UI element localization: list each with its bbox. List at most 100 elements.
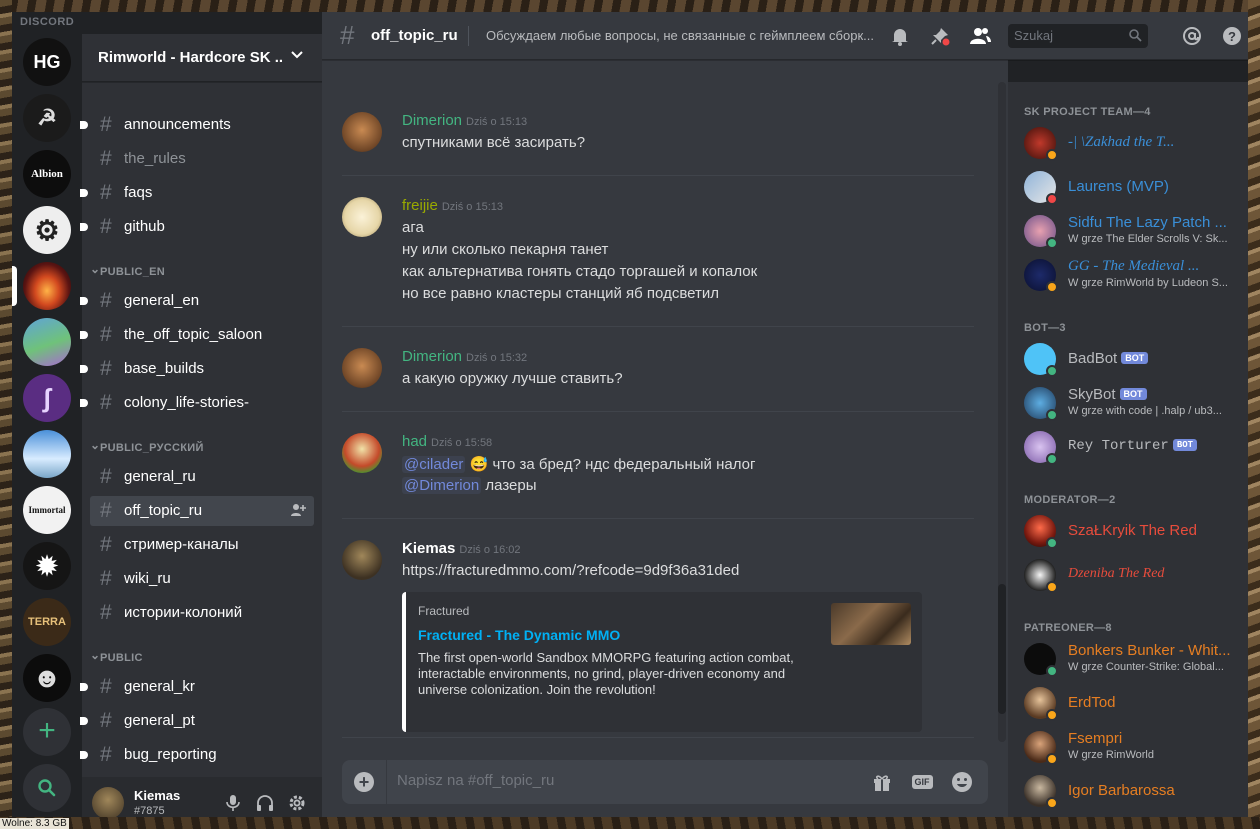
deafen-button[interactable]	[254, 792, 276, 814]
member-name: BadBot BOT	[1068, 350, 1230, 367]
user-settings-button[interactable]	[286, 792, 308, 814]
user-mention[interactable]: @cilader	[402, 456, 466, 473]
member-item[interactable]: GG - The Medieval ... W grze RimWorld by…	[1016, 254, 1240, 296]
message-text: как альтернатива гонять стадо торгашей и…	[402, 263, 758, 280]
server-icon-purple-flame[interactable]: ʃ	[23, 374, 71, 422]
message-input[interactable]	[397, 772, 837, 789]
user-mention[interactable]: @Dimerion	[402, 477, 482, 494]
search-input[interactable]	[1014, 28, 1124, 43]
channel-faqs[interactable]: # faqs	[80, 178, 314, 208]
member-name: Sidfu The Lazy Patch ...	[1068, 214, 1227, 231]
category-public-ru[interactable]: PUBLIC_РУССКИЙ	[90, 438, 204, 454]
member-item[interactable]: Bonkers Bunker - Whit... W grze Counter-…	[1016, 638, 1240, 680]
member-item[interactable]: -| \Zakhad the T...	[1016, 122, 1240, 164]
server-icon-immortal[interactable]: Immortal	[23, 486, 71, 534]
channel-the-rules[interactable]: # the_rules	[90, 144, 314, 174]
add-server-button[interactable]: +	[23, 708, 71, 756]
message-author[interactable]: freijie Dziś o 15:13	[402, 197, 503, 214]
category-public-en[interactable]: PUBLIC_EN	[90, 262, 165, 278]
pin-icon	[931, 28, 950, 46]
notification-settings-button[interactable]	[888, 24, 912, 48]
header-divider	[468, 26, 469, 46]
mentions-button[interactable]	[1180, 24, 1204, 48]
hash-icon: #	[100, 323, 112, 346]
member-item[interactable]: SkyBot BOT W grze with code | .halp / ub3…	[1016, 382, 1240, 424]
member-item[interactable]: Igor Barbarossa	[1016, 770, 1240, 812]
gift-button[interactable]	[870, 770, 894, 794]
mute-button[interactable]	[222, 792, 244, 814]
add-member-icon[interactable]	[290, 502, 306, 518]
channel-general-pt[interactable]: # general_pt	[80, 706, 314, 736]
member-item[interactable]: ErdTod	[1016, 682, 1240, 724]
embed-title[interactable]: Fractured - The Dynamic MMO	[418, 627, 620, 643]
embed-thumbnail[interactable]	[831, 603, 911, 645]
member-item[interactable]: BadBot BOT	[1016, 338, 1240, 380]
search-box[interactable]	[1008, 24, 1148, 48]
server-icon-star[interactable]: ✹	[23, 542, 71, 590]
message-author[interactable]: Dimerion Dziś o 15:32	[402, 348, 527, 365]
member-item[interactable]: Sidfu The Lazy Patch ... W grze The Elde…	[1016, 210, 1240, 252]
server-icon-hg[interactable]: HG	[23, 38, 71, 86]
user-name: Kiemas	[134, 788, 181, 803]
server-icon-rimworld[interactable]	[23, 262, 71, 310]
channel-off-topic-ru[interactable]: # off_topic_ru	[90, 496, 314, 526]
member-activity: W grze Counter-Strike: Global...	[1068, 661, 1224, 673]
channel-colony-life-stories[interactable]: # colony_life-stories-	[80, 388, 314, 418]
member-list-toggle[interactable]	[968, 24, 992, 48]
channel-topic[interactable]: Обсуждаем любые вопросы, не связанные с …	[486, 28, 878, 43]
search-icon	[38, 779, 56, 797]
avatar[interactable]	[342, 197, 382, 237]
server-icon-grin[interactable]: ☻	[23, 654, 71, 702]
user-tag: #7875	[134, 805, 165, 817]
channel-general-ru[interactable]: # general_ru	[90, 462, 314, 492]
member-item[interactable]: Dzeniba The Red	[1016, 554, 1240, 596]
server-icon-landscape[interactable]	[23, 318, 71, 366]
server-icon-gear[interactable]: ⚙	[23, 206, 71, 254]
avatar[interactable]	[342, 540, 382, 580]
channel-announcements[interactable]: # announcements	[80, 110, 314, 140]
gif-button[interactable]: GIF	[910, 770, 934, 794]
channel-streamer-channels[interactable]: # стример-каналы	[90, 530, 314, 560]
channel-base-builds[interactable]: # base_builds	[80, 354, 314, 384]
channel-general-kr[interactable]: # general_kr	[80, 672, 314, 702]
avatar[interactable]	[342, 433, 382, 473]
avatar[interactable]	[342, 348, 382, 388]
chat-scrollbar-thumb[interactable]	[998, 584, 1006, 714]
bell-icon	[892, 29, 908, 46]
message-author[interactable]: Kiemas Dziś o 16:02	[402, 540, 521, 557]
avatar[interactable]	[92, 787, 124, 817]
emoji-picker-button[interactable]	[950, 770, 974, 794]
explore-servers-button[interactable]	[23, 764, 71, 812]
member-item[interactable]: SzaŁKryik The Red	[1016, 510, 1240, 552]
avatar[interactable]	[342, 112, 382, 152]
channel-bug-reporting[interactable]: # bug_reporting	[80, 740, 314, 770]
channel-github[interactable]: # github	[80, 212, 314, 242]
help-button[interactable]: ?	[1220, 24, 1244, 48]
pinned-messages-button[interactable]	[928, 24, 952, 48]
member-item[interactable]: Fsempri W grze RimWorld	[1016, 726, 1240, 768]
member-item[interactable]: Laurens (MVP)	[1016, 166, 1240, 208]
message-author[interactable]: had Dziś o 15:58	[402, 433, 492, 450]
server-icon-hammer-sickle[interactable]: ☭	[23, 94, 71, 142]
channel-wiki-ru[interactable]: # wiki_ru	[90, 564, 314, 594]
member-item[interactable]: Rey Torturer BOT	[1016, 426, 1240, 468]
channel-the-off-topic-saloon[interactable]: # the_off_topic_saloon	[80, 320, 314, 350]
member-name: Rey Torturer BOT	[1068, 438, 1230, 454]
message-author[interactable]: Dimerion Dziś o 15:13	[402, 112, 527, 129]
server-icon-terra[interactable]: TERRA	[23, 598, 71, 646]
channel-general-en[interactable]: # general_en	[80, 286, 314, 316]
message-timestamp: Dziś o 16:02	[459, 544, 521, 556]
server-icon-albion[interactable]: Albion	[23, 150, 71, 198]
member-activity: W grze with code | .halp / ub3...	[1068, 405, 1222, 417]
message-timestamp: Dziś o 15:13	[441, 201, 504, 213]
server-icon-mountains[interactable]	[23, 430, 71, 478]
link-embed: Fractured Fractured - The Dynamic MMO Th…	[402, 592, 922, 732]
hash-icon: #	[340, 20, 355, 50]
category-public[interactable]: PUBLIC	[90, 648, 143, 664]
message-link[interactable]: https://fracturedmmo.com/?refcode=9d9f36…	[402, 562, 739, 579]
channel-colony-stories-ru[interactable]: # истории-колоний	[90, 598, 314, 628]
unread-indicator	[80, 399, 88, 407]
upload-button[interactable]: +	[354, 772, 374, 792]
guild-header[interactable]: Rimworld - Hardcore SK ...	[82, 34, 322, 82]
desktop-free-space-label: Wolne: 8.3 GB	[0, 818, 69, 829]
